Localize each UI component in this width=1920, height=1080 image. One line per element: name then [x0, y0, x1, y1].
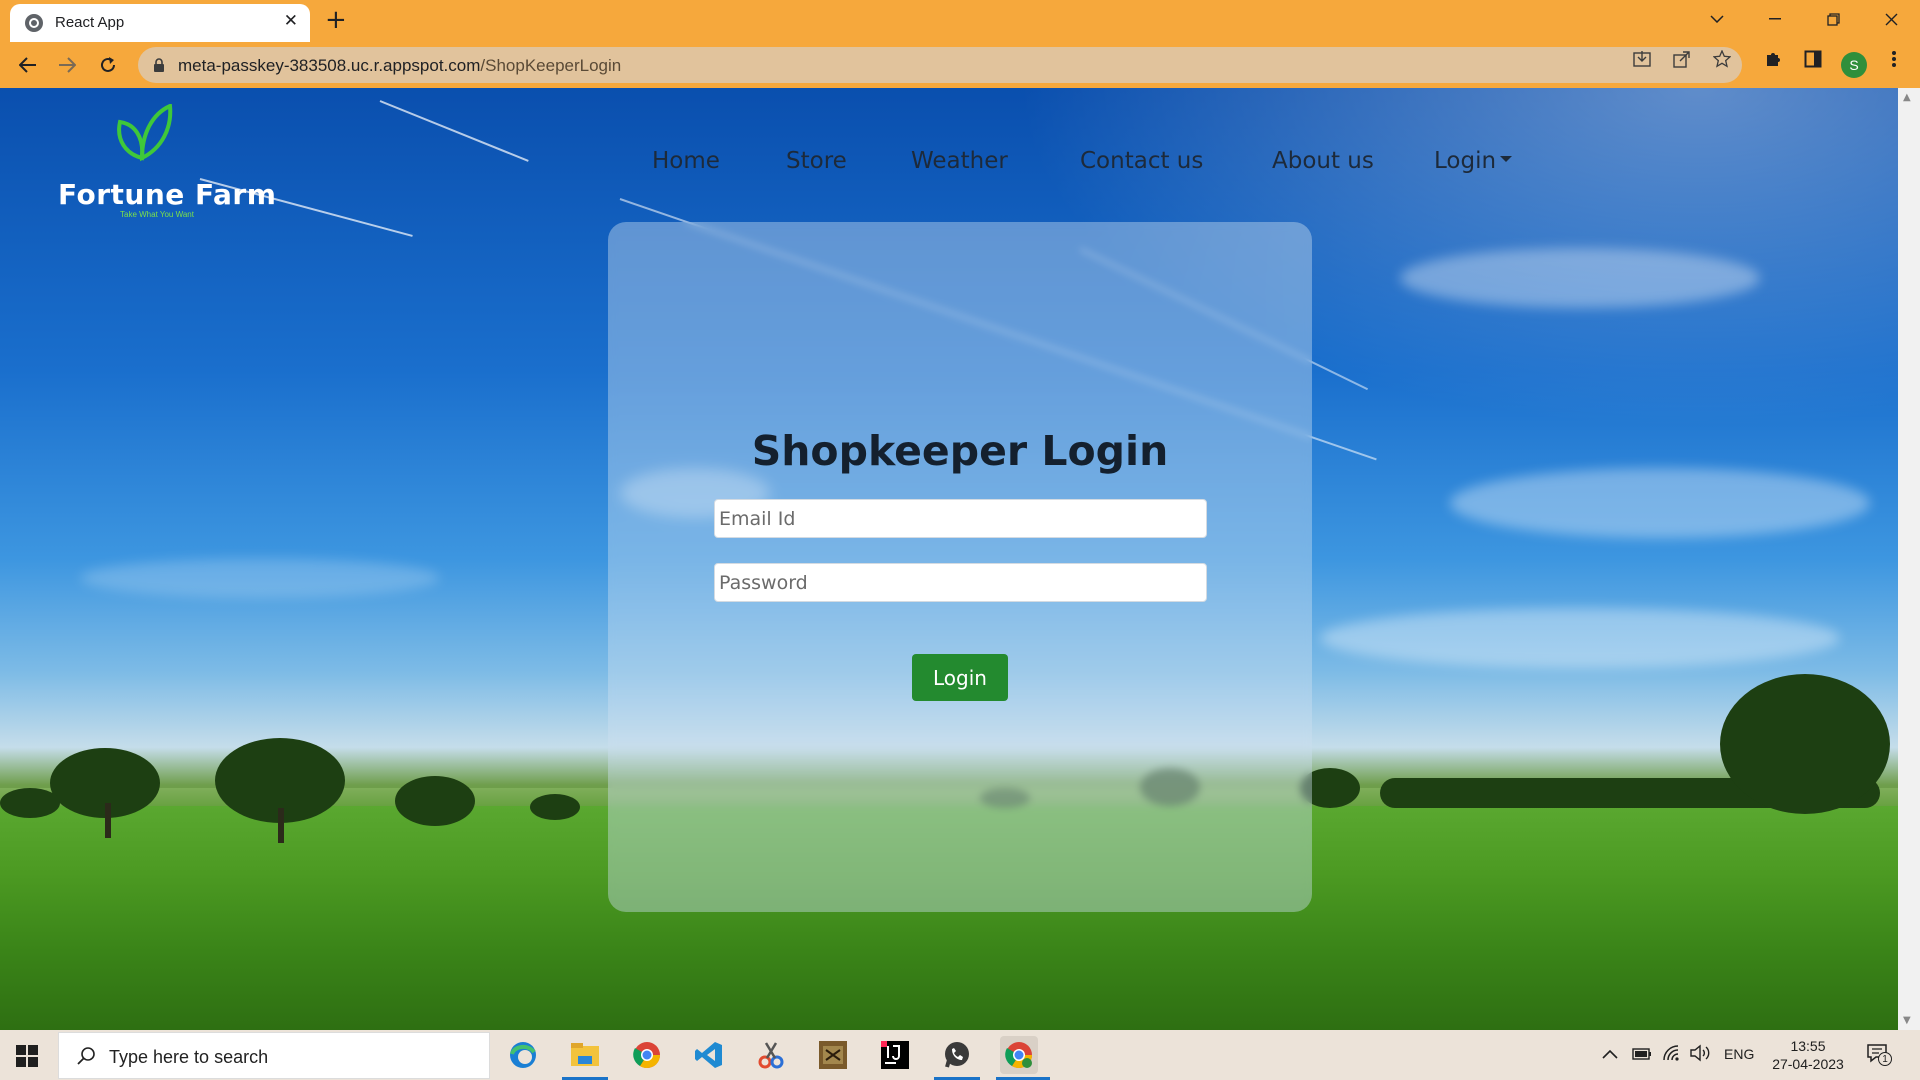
minimize-icon[interactable] [1746, 0, 1804, 38]
nav-weather[interactable]: Weather [911, 148, 1008, 174]
tree-trunk [278, 808, 284, 843]
url-text[interactable]: meta-passkey-383508.uc.r.appspot.com/Sho… [178, 56, 621, 76]
scroll-up-arrow-icon[interactable]: ▲ [1903, 92, 1911, 103]
cloud [80, 558, 440, 598]
tree-trunk [105, 803, 111, 838]
cloud [1320, 608, 1840, 668]
tab-title: React App [55, 14, 125, 31]
notifications-icon[interactable]: 1 [1866, 1042, 1892, 1080]
url-host: meta-passkey-383508.uc.r.appspot.com [178, 56, 481, 75]
nav-about-us[interactable]: About us [1272, 148, 1374, 174]
windows-start-icon[interactable] [16, 1045, 38, 1067]
file-explorer-icon[interactable] [566, 1036, 604, 1074]
tree [1720, 674, 1890, 814]
brand-tagline: Take What You Want [120, 210, 194, 219]
window-controls [1688, 0, 1920, 42]
browser-titlebar: React App ✕ + [0, 0, 1920, 42]
site-logo[interactable]: Fortune Farm Take What You Want [58, 102, 276, 222]
globe-icon [25, 14, 43, 32]
nav-login-label: Login [1434, 148, 1497, 174]
taskbar-search-placeholder: Type here to search [109, 1047, 269, 1067]
email-input[interactable] [714, 499, 1207, 538]
lock-icon[interactable] [153, 57, 165, 72]
clock-time: 13:55 [1790, 1038, 1826, 1054]
profile-avatar[interactable]: S [1841, 52, 1867, 78]
browser-tab[interactable]: React App ✕ [10, 4, 310, 42]
browser-toolbar: meta-passkey-383508.uc.r.appspot.com/Sho… [0, 42, 1920, 88]
chrome-icon[interactable] [628, 1036, 666, 1074]
cloud [1450, 468, 1870, 538]
restore-icon[interactable] [1804, 0, 1862, 38]
nav-home[interactable]: Home [652, 148, 720, 174]
share-icon[interactable] [1672, 50, 1692, 70]
password-input[interactable] [714, 563, 1207, 602]
chrome-profile-icon[interactable] [1000, 1036, 1038, 1074]
bookmark-star-icon[interactable] [1712, 49, 1732, 70]
tree [530, 794, 580, 820]
url-path: /ShopKeeperLogin [480, 56, 622, 75]
whatsapp-icon[interactable] [938, 1036, 976, 1074]
taskbar-search[interactable]: Type here to search [58, 1032, 490, 1079]
forward-arrow-icon[interactable] [53, 51, 81, 79]
nav-login-dropdown[interactable]: Login [1434, 148, 1513, 174]
volume-icon[interactable] [1690, 1044, 1712, 1080]
contrail [379, 100, 529, 162]
brand-name: Fortune Farm [58, 178, 277, 211]
tree [395, 776, 475, 826]
snipping-tool-icon[interactable] [752, 1036, 790, 1074]
caret-down-icon [1500, 155, 1513, 162]
install-icon[interactable] [1632, 50, 1652, 70]
search-icon [77, 1046, 97, 1071]
browser-menu-icon[interactable] [1884, 50, 1904, 70]
notification-count-badge: 1 [1878, 1052, 1892, 1066]
scroll-down-arrow-icon[interactable]: ▼ [1903, 1015, 1911, 1026]
login-card: Shopkeeper Login Login [608, 222, 1312, 912]
back-arrow-icon[interactable] [14, 51, 42, 79]
system-clock[interactable]: 13:55 27-04-2023 [1768, 1037, 1848, 1073]
tree [0, 788, 60, 818]
close-tab-icon[interactable]: ✕ [284, 11, 298, 31]
leaf-logo-icon [117, 104, 173, 162]
intellij-icon[interactable] [876, 1036, 914, 1074]
edge-icon[interactable] [504, 1036, 542, 1074]
show-hidden-icons-chevron-icon[interactable] [1602, 1046, 1618, 1080]
reload-icon[interactable] [94, 51, 122, 79]
new-tab-button[interactable]: + [325, 6, 347, 34]
address-bar[interactable]: meta-passkey-383508.uc.r.appspot.com/Sho… [138, 47, 1742, 83]
login-button[interactable]: Login [912, 654, 1008, 701]
nav-contact-us[interactable]: Contact us [1080, 148, 1203, 174]
language-indicator[interactable]: ENG [1724, 1046, 1754, 1080]
dosbox-icon[interactable] [814, 1036, 852, 1074]
login-title: Shopkeeper Login [751, 427, 1169, 475]
tab-search-icon[interactable] [1688, 0, 1746, 38]
nav-store[interactable]: Store [786, 148, 847, 174]
windows-taskbar: Type here to search ENG 13:55 27-04-2023… [0, 1030, 1920, 1080]
page-scrollbar[interactable]: ▲ ▼ [1898, 88, 1920, 1030]
cloud [1400, 248, 1760, 308]
side-panel-icon[interactable] [1803, 50, 1823, 70]
wifi-icon[interactable] [1662, 1044, 1682, 1080]
close-window-icon[interactable] [1862, 0, 1920, 38]
clock-date: 27-04-2023 [1772, 1056, 1844, 1072]
extensions-puzzle-icon[interactable] [1763, 50, 1783, 70]
vscode-icon[interactable] [690, 1036, 728, 1074]
battery-icon[interactable] [1632, 1047, 1652, 1080]
